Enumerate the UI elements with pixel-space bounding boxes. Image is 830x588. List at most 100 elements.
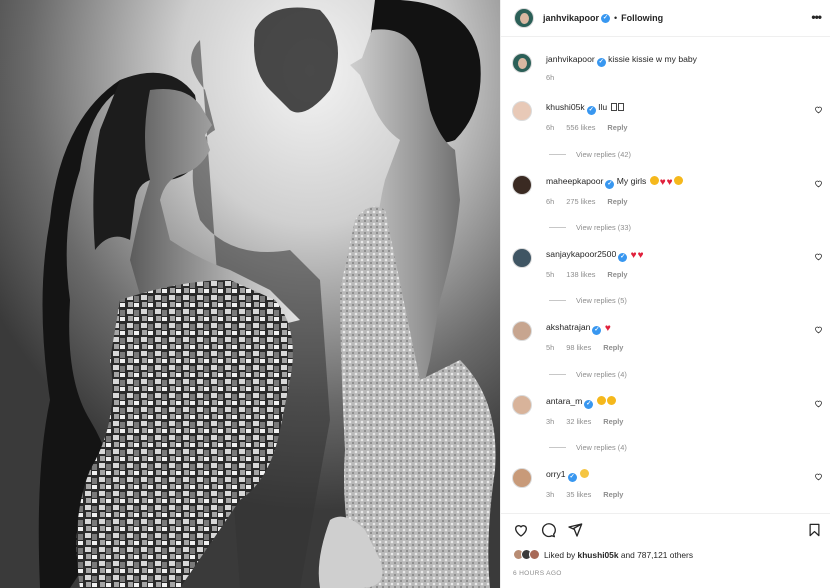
comment-item: antara_m ✓ 3h 32 likes Reply — [512, 395, 827, 426]
share-send-icon[interactable] — [567, 522, 583, 538]
reply-button[interactable]: Reply — [607, 123, 627, 132]
like-comment-icon[interactable] — [814, 105, 823, 114]
verified-badge-icon: ✓ — [586, 106, 596, 115]
view-replies-button[interactable]: View replies (4) — [549, 370, 627, 379]
heart-emoji-icon: ♥ — [659, 177, 666, 188]
author-avatar[interactable] — [514, 8, 534, 28]
view-replies-label: View replies (4) — [576, 370, 627, 379]
view-replies-button[interactable]: View replies (5) — [549, 296, 627, 305]
commenter-username[interactable]: sanjaykapoor2500 — [546, 249, 616, 259]
liker-avatar — [529, 549, 540, 560]
comment-text: My girls — [616, 176, 649, 186]
comments-list[interactable]: janhvikapoor ✓ kissie kissie w my baby 6h… — [501, 40, 830, 510]
reply-button[interactable]: Reply — [607, 197, 627, 206]
view-replies-rule — [549, 300, 566, 301]
comment-likes[interactable]: 32 likes — [566, 417, 591, 426]
view-replies-label: View replies (33) — [576, 223, 631, 232]
comment-item: sanjaykapoor2500 ✓ ♥♥ 5h 138 likes Reply — [512, 248, 827, 279]
likes-summary[interactable]: Liked by khushi05k and 787,121 others — [513, 549, 693, 560]
comment-age: 3h — [546, 417, 555, 426]
commenter-username[interactable]: antara_m — [546, 396, 582, 406]
comment-text: Ilu — [598, 102, 610, 112]
commenter-avatar[interactable] — [512, 395, 532, 415]
comment-item: orry1 ✓ 3h 35 likes Reply — [512, 468, 827, 499]
comment-bubble-icon[interactable] — [540, 522, 556, 538]
save-bookmark-icon[interactable] — [807, 522, 822, 538]
caption-age: 6h — [546, 73, 555, 82]
post-header: janhvikapoor ✓ • Following ••• — [501, 0, 830, 37]
verified-badge-icon: ✓ — [584, 400, 594, 409]
heart-emoji-icon: ♥ — [604, 323, 611, 334]
separator-dot: • — [614, 13, 618, 23]
view-replies-button[interactable]: View replies (33) — [549, 223, 631, 232]
view-replies-rule — [549, 227, 566, 228]
more-options-icon[interactable]: ••• — [811, 11, 822, 23]
star-eyes-emoji-icon — [606, 396, 616, 405]
comment-age: 5h — [546, 270, 555, 279]
view-replies-rule — [549, 374, 566, 375]
like-comment-icon[interactable] — [814, 472, 823, 481]
smile-emoji-icon — [579, 469, 589, 478]
view-replies-rule — [549, 447, 566, 448]
heart-emoji-icon: ♥ — [637, 250, 644, 261]
caption-avatar[interactable] — [512, 53, 532, 73]
star-eyes-emoji-icon — [596, 396, 606, 405]
comment-likes[interactable]: 556 likes — [566, 123, 595, 132]
reply-button[interactable]: Reply — [603, 490, 623, 499]
commenter-avatar[interactable] — [512, 248, 532, 268]
verified-badge-icon: ✓ — [601, 13, 611, 23]
reply-button[interactable]: Reply — [607, 270, 627, 279]
view-replies-label: View replies (4) — [576, 443, 627, 452]
likes-prefix: Liked by — [544, 549, 576, 560]
view-replies-button[interactable]: View replies (42) — [549, 150, 631, 159]
commenter-avatar[interactable] — [512, 468, 532, 488]
verified-badge-icon: ✓ — [605, 180, 615, 189]
likes-suffix[interactable]: and 787,121 others — [621, 550, 693, 560]
comment-likes[interactable]: 35 likes — [566, 490, 591, 499]
comment-item: khushi05k ✓ Ilu 6h 556 likes Reply — [512, 101, 827, 132]
author-username[interactable]: janhvikapoor — [543, 13, 599, 23]
comment-likes[interactable]: 98 likes — [566, 343, 591, 352]
following-button[interactable]: Following — [621, 13, 663, 23]
commenter-avatar[interactable] — [512, 175, 532, 195]
view-replies-button[interactable]: View replies (4) — [549, 443, 627, 452]
post-photo-image — [0, 0, 500, 588]
view-replies-label: View replies (42) — [576, 150, 631, 159]
action-bar — [501, 513, 830, 543]
commenter-username[interactable]: orry1 — [546, 469, 566, 479]
commenter-avatar[interactable] — [512, 321, 532, 341]
like-comment-icon[interactable] — [814, 399, 823, 408]
like-heart-icon[interactable] — [513, 522, 529, 538]
star-eyes-emoji-icon — [649, 176, 659, 185]
emoji-box-icon — [610, 103, 617, 111]
post-photo[interactable] — [0, 0, 500, 588]
like-comment-icon[interactable] — [814, 252, 823, 261]
likes-user[interactable]: khushi05k — [578, 550, 619, 560]
comment-likes[interactable]: 275 likes — [566, 197, 595, 206]
caption-username[interactable]: janhvikapoor — [546, 54, 595, 64]
commenter-username[interactable]: akshatrajan — [546, 322, 590, 332]
post-timestamp: 6 HOURS AGO — [513, 570, 562, 577]
verified-badge-icon: ✓ — [596, 58, 606, 67]
caption: janhvikapoor ✓ kissie kissie w my baby 6h — [512, 53, 827, 82]
comment-likes[interactable]: 138 likes — [566, 270, 595, 279]
commenter-username[interactable]: maheepkapoor — [546, 176, 603, 186]
commenter-username[interactable]: khushi05k — [546, 102, 585, 112]
liker-avatars — [513, 549, 540, 560]
like-comment-icon[interactable] — [814, 179, 823, 188]
heart-emoji-icon: ♥ — [666, 177, 673, 188]
emoji-box-icon — [617, 103, 624, 111]
comment-age: 5h — [546, 343, 555, 352]
comment-age: 3h — [546, 490, 555, 499]
like-comment-icon[interactable] — [814, 325, 823, 334]
commenter-avatar[interactable] — [512, 101, 532, 121]
star-eyes-emoji-icon — [673, 176, 683, 185]
post-panel: janhvikapoor ✓ • Following ••• janhvikap… — [500, 0, 830, 588]
caption-text: kissie kissie w my baby — [608, 54, 697, 64]
heart-emoji-icon: ♥ — [630, 250, 637, 261]
view-replies-label: View replies (5) — [576, 296, 627, 305]
comment-item: maheepkapoor ✓ My girls ♥♥ 6h 275 likes Rep… — [512, 175, 827, 206]
reply-button[interactable]: Reply — [603, 417, 623, 426]
verified-badge-icon: ✓ — [567, 473, 577, 482]
reply-button[interactable]: Reply — [603, 343, 623, 352]
